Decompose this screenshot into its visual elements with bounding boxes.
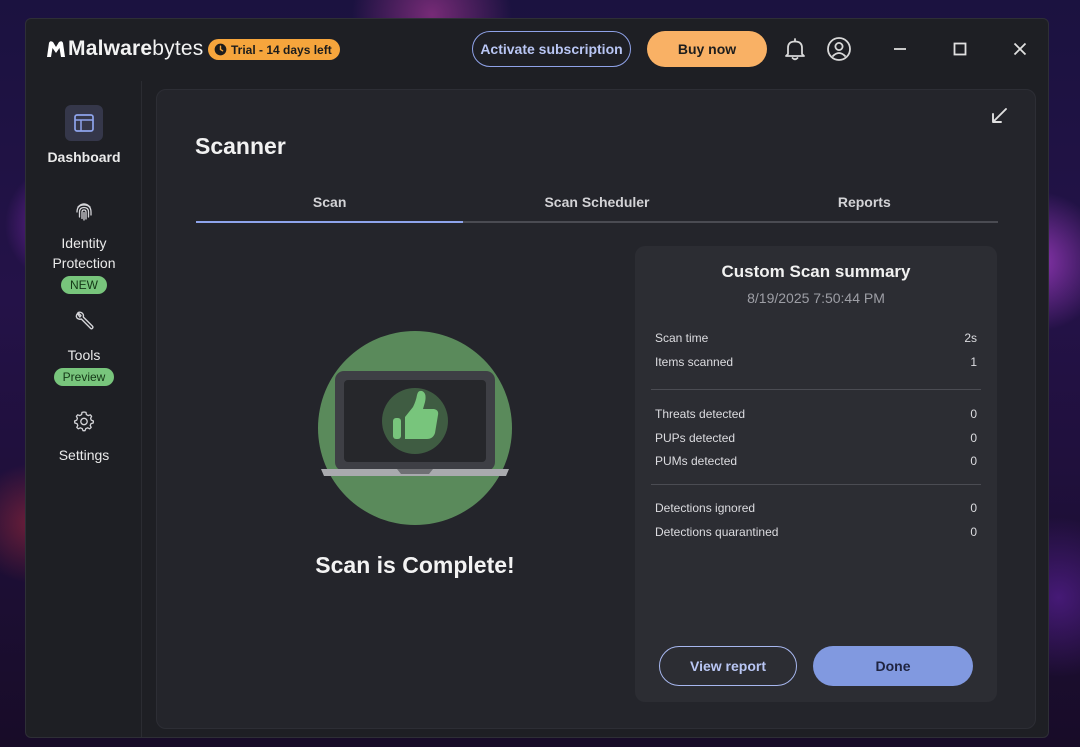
minimize-icon[interactable]: [886, 35, 914, 63]
scan-complete-text: Scan is Complete!: [315, 552, 515, 578]
gear-icon: [65, 403, 103, 439]
tab-scan[interactable]: Scan: [196, 188, 464, 223]
app-logo: Malwarebytes: [45, 37, 203, 61]
summary-label: Threats detected: [655, 407, 746, 421]
tab-reports[interactable]: Reports: [731, 188, 998, 221]
sidebar-item-label: Dashboard: [47, 149, 121, 165]
summary-row-scan-time: Scan time 2s: [655, 328, 977, 352]
summary-value: 0: [970, 407, 977, 421]
close-icon[interactable]: [1006, 35, 1034, 63]
summary-group-handling: Detections ignored 0 Detections quaranti…: [655, 498, 977, 545]
sidebar-item-settings[interactable]: Settings: [26, 403, 142, 465]
summary-row-threats: Threats detected 0: [655, 404, 977, 428]
summary-row-ignored: Detections ignored 0: [655, 498, 977, 522]
page-title: Scanner: [195, 133, 286, 159]
title-bar: Malwarebytes Trial - 14 days left Activa…: [26, 19, 1048, 81]
app-window: Malwarebytes Trial - 14 days left Activa…: [25, 18, 1049, 738]
preview-badge: Preview: [53, 368, 115, 386]
summary-title: Custom Scan summary: [721, 262, 911, 281]
summary-value: 0: [970, 454, 977, 468]
summary-label: Detections quarantined: [655, 524, 779, 539]
scan-complete-illustration: [318, 331, 512, 525]
brand-name: Malwarebytes: [68, 37, 203, 61]
scan-summary-card: Custom Scan summary 8/19/2025 7:50:44 PM…: [635, 246, 997, 702]
sidebar-item-tools[interactable]: Tools Preview: [26, 303, 142, 386]
collapse-icon[interactable]: [989, 106, 1009, 126]
notifications-bell-icon[interactable]: [781, 35, 809, 63]
summary-row-pums: PUMs detected 0: [655, 451, 977, 475]
wrench-icon: [65, 303, 103, 339]
summary-value: 1: [970, 354, 977, 369]
buy-now-button[interactable]: Buy now: [647, 31, 767, 67]
summary-value: 0: [970, 501, 977, 515]
brand-name-bold: Malware: [68, 37, 153, 60]
clock-icon: [214, 43, 227, 56]
summary-row-quarantined: Detections quarantined 0: [655, 522, 977, 546]
summary-group-detections: Threats detected 0 PUPs detected 0 PUMs …: [655, 404, 977, 475]
done-button[interactable]: Done: [813, 646, 973, 686]
summary-value: 2s: [964, 331, 977, 345]
scanner-panel: Scanner Scan Scan Scheduler Reports Scan…: [156, 89, 1036, 729]
summary-divider: [651, 484, 981, 485]
scanner-tabs: Scan Scan Scheduler Reports: [196, 188, 998, 223]
trial-label: Trial - 14 days left: [231, 42, 332, 57]
maximize-icon[interactable]: [946, 35, 974, 63]
summary-divider: [651, 389, 981, 390]
dashboard-icon: [65, 105, 103, 141]
summary-date: 8/19/2025 7:50:44 PM: [747, 290, 885, 306]
malwarebytes-logo-icon: [47, 41, 65, 57]
summary-row-items-scanned: Items scanned 1: [655, 352, 977, 376]
summary-label: Items scanned: [655, 354, 734, 369]
tab-scan-scheduler[interactable]: Scan Scheduler: [463, 188, 730, 221]
summary-row-pups: PUPs detected 0: [655, 428, 977, 452]
summary-group-scan: Scan time 2s Items scanned 1: [655, 328, 977, 375]
summary-value: 0: [970, 430, 977, 445]
new-badge: NEW: [61, 276, 107, 294]
sidebar-item-identity-protection[interactable]: Identity Protection NEW: [26, 193, 142, 294]
brand-name-light: bytes: [152, 37, 204, 60]
fingerprint-icon: [65, 193, 103, 229]
sidebar-item-dashboard[interactable]: Dashboard: [26, 105, 142, 167]
summary-label: Detections ignored: [655, 501, 756, 515]
sidebar-item-label: Tools: [67, 347, 101, 363]
summary-label: PUPs detected: [655, 430, 736, 445]
account-icon[interactable]: [825, 35, 853, 63]
sidebar: Dashboard Identity Protection NEW Tools …: [26, 81, 142, 737]
summary-value: 0: [970, 524, 977, 539]
view-report-button[interactable]: View report: [659, 646, 797, 686]
activate-subscription-button[interactable]: Activate subscription: [472, 31, 631, 67]
sidebar-item-label: Identity Protection: [52, 235, 116, 271]
summary-label: Scan time: [655, 331, 709, 345]
summary-label: PUMs detected: [655, 454, 738, 468]
trial-badge[interactable]: Trial - 14 days left: [208, 39, 340, 60]
sidebar-item-label: Settings: [58, 447, 110, 463]
